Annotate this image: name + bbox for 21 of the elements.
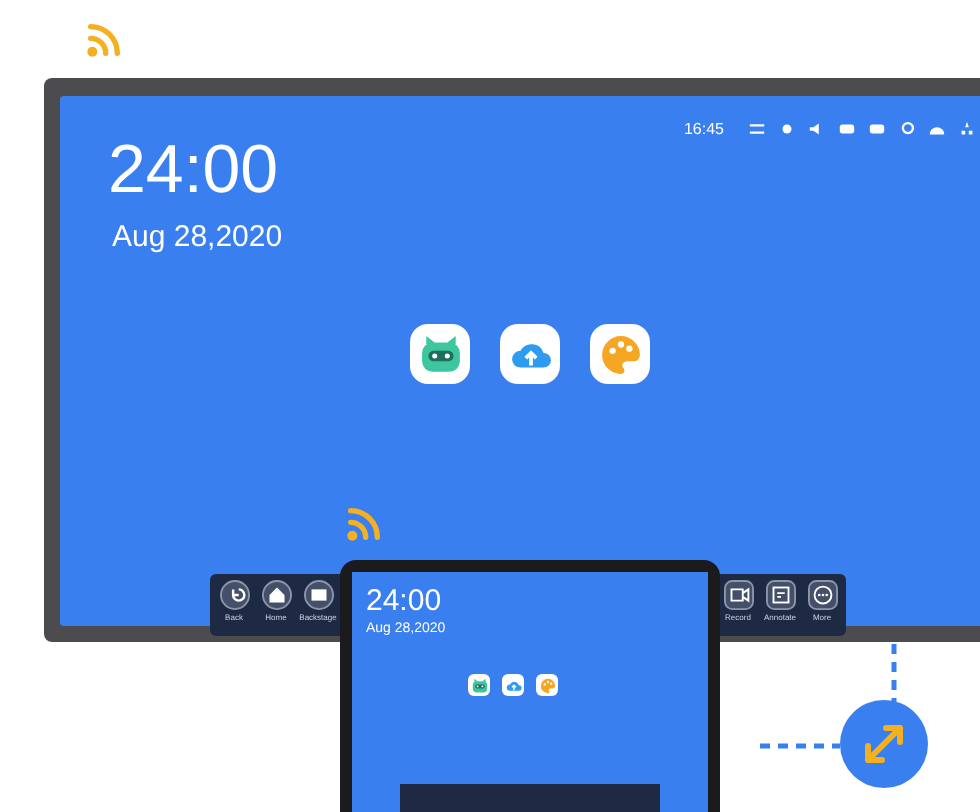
dashed-line [890, 644, 898, 704]
clock-time: 24:00 [108, 132, 279, 210]
robot-app-icon[interactable] [468, 674, 490, 696]
record-icon[interactable] [723, 580, 753, 610]
resize-icon [840, 700, 928, 788]
wireless-signal-icon [344, 504, 384, 544]
upload-app-icon[interactable] [502, 674, 524, 696]
window-icon[interactable] [303, 580, 333, 610]
palette-app-icon[interactable] [590, 324, 650, 384]
clock-date: Aug 28,2020 [112, 220, 283, 254]
palette-app-icon[interactable] [536, 674, 558, 696]
upload-app-icon[interactable] [500, 324, 560, 384]
more-icon[interactable] [807, 580, 837, 610]
clock-time: 24:00 [366, 584, 442, 618]
home-icon[interactable] [261, 580, 291, 610]
back-icon[interactable] [219, 580, 249, 610]
status-time: 16:45 [683, 120, 724, 138]
wireless-signal-icon [84, 20, 124, 60]
screen-icon[interactable] [765, 580, 795, 610]
robot-app-icon[interactable] [410, 324, 470, 384]
dashed-line [760, 742, 840, 750]
